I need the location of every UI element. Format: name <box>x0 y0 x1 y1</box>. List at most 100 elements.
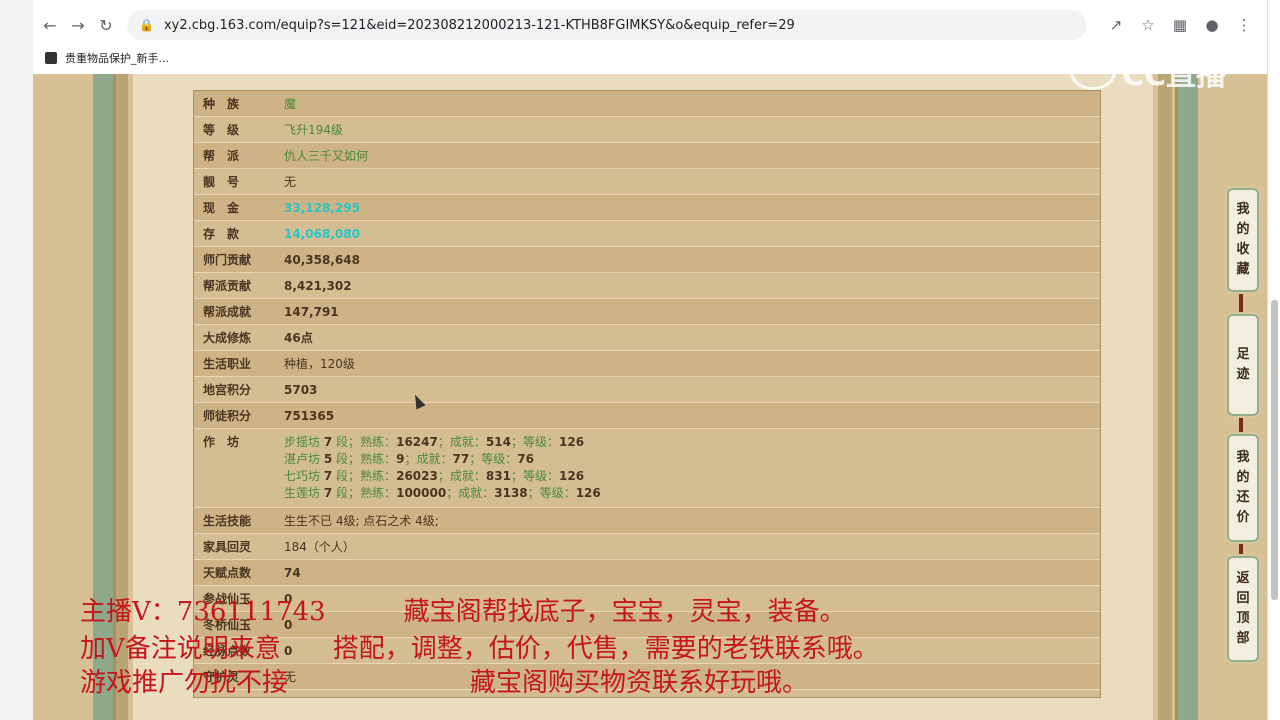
workshop-seg-unit: 段 <box>336 469 349 483</box>
info-row-dungeon-score: 地宫积分 5703 <box>194 377 1100 403</box>
row-label: 种 族 <box>203 97 240 111</box>
workshop-proficiency: 26023 <box>396 469 438 483</box>
reload-icon[interactable]: ↻ <box>95 14 117 36</box>
info-row-talent-points: 天赋点数 74 <box>194 560 1100 586</box>
row-label: 存 款 <box>203 227 240 241</box>
row-label: 生活技能 <box>203 514 252 528</box>
back-icon[interactable]: ← <box>39 14 61 36</box>
workshop-seg-unit: 段 <box>336 486 349 500</box>
left-screen-strip <box>0 0 33 720</box>
workshop-level: 126 <box>559 469 585 483</box>
workshop-name: 生莲坊 <box>284 486 321 500</box>
workshop-proficiency-label: 熟练 <box>360 435 385 449</box>
info-row-life-career: 生活职业 种植，120级 <box>194 351 1100 377</box>
back-to-top-button[interactable]: 返 回 顶 部 <box>1227 556 1259 662</box>
workshop-line: 七巧坊 7 段；熟练：26023；成就：831；等级：126 <box>284 469 585 483</box>
workshop-seg-unit: 段 <box>336 452 349 466</box>
info-row-school-contribution: 师门贡献 40,358,648 <box>194 247 1100 273</box>
workshop-achievement: 3138 <box>494 486 528 500</box>
info-row-race: 种 族 魔 <box>194 91 1100 117</box>
row-value: 魔 <box>284 97 297 111</box>
row-value: 8,421,302 <box>284 278 352 293</box>
btn-char: 迹 <box>1236 367 1250 382</box>
profile-icon[interactable]: ● <box>1201 14 1223 36</box>
scrollbar-thumb[interactable] <box>1271 300 1278 600</box>
info-row-deposit: 存 款 14,068,080 <box>194 221 1100 247</box>
info-row-guild-contribution: 帮派贡献 8,421,302 <box>194 273 1100 299</box>
row-label: 师徒积分 <box>203 409 252 423</box>
btn-char: 我 <box>1236 450 1250 465</box>
btn-char: 足 <box>1236 347 1250 362</box>
bookmark-favicon-icon <box>45 52 57 64</box>
btn-char: 我 <box>1236 202 1250 217</box>
logo-ring-icon <box>1070 54 1116 90</box>
row-value: 147,791 <box>284 304 339 319</box>
workshop-proficiency: 100000 <box>396 486 447 500</box>
row-value: 5703 <box>284 382 318 397</box>
row-label: 等 级 <box>203 123 240 137</box>
info-row-guild: 帮 派 仇人三千又如何 <box>194 143 1100 169</box>
star-icon[interactable]: ☆ <box>1137 14 1159 36</box>
btn-char: 顶 <box>1236 611 1250 626</box>
workshop-achievement: 514 <box>485 435 511 449</box>
row-label: 作 坊 <box>203 435 240 449</box>
row-value: 46点 <box>284 331 313 345</box>
workshop-achievement-label: 成就 <box>458 486 483 500</box>
workshop-name: 步摇坊 <box>284 435 321 449</box>
row-label: 天赋点数 <box>203 566 252 580</box>
btn-char: 的 <box>1236 222 1250 237</box>
info-row-guild-achievement: 帮派成就 147,791 <box>194 299 1100 325</box>
info-row-cultivation: 大成修炼 46点 <box>194 325 1100 351</box>
btn-char: 的 <box>1236 470 1250 485</box>
row-value: 种植，120级 <box>284 357 355 371</box>
bookmark-item[interactable]: 贵重物品保护_新手... <box>45 50 169 66</box>
right-scrollbar[interactable] <box>1267 0 1280 720</box>
workshop-achievement: 831 <box>485 469 511 483</box>
row-value: 40,358,648 <box>284 252 360 267</box>
workshop-level: 76 <box>517 452 534 466</box>
row-value: 生生不已 4级; 点石之术 4级; <box>284 514 439 528</box>
workshop-proficiency-label: 熟练 <box>360 469 385 483</box>
workshop-achievement-label: 成就 <box>449 435 474 449</box>
row-value: 仇人三千又如何 <box>284 149 369 163</box>
workshop-level-label: 等级 <box>539 486 564 500</box>
share-icon[interactable]: ↗ <box>1105 14 1127 36</box>
row-value: 184（个人） <box>284 540 355 554</box>
favorites-button[interactable]: 我 的 收 藏 <box>1227 188 1259 292</box>
workshop-seg: 7 <box>323 435 333 449</box>
menu-icon[interactable]: ⋮ <box>1233 14 1255 36</box>
row-label: 大成修炼 <box>203 331 252 345</box>
workshop-achievement-label: 成就 <box>416 452 441 466</box>
info-row-workshop: 作 坊 步摇坊 7 段；熟练：16247；成就：514；等级：126 湛卢坊 5… <box>194 429 1100 508</box>
address-row: ← → ↻ 🔒 xy2.cbg.163.com/equip?s=121&eid=… <box>33 6 1267 44</box>
footprint-button[interactable]: 足 迹 <box>1227 314 1259 416</box>
row-label: 现 金 <box>203 201 240 215</box>
row-label: 生活职业 <box>203 357 252 371</box>
url-bar[interactable]: 🔒 xy2.cbg.163.com/equip?s=121&eid=202308… <box>127 10 1087 40</box>
btn-char: 藏 <box>1236 262 1250 277</box>
my-bargain-button[interactable]: 我 的 还 价 <box>1227 434 1259 542</box>
btn-char: 回 <box>1236 591 1250 606</box>
row-label: 靓 号 <box>203 175 240 189</box>
right-frame-border <box>1175 74 1198 720</box>
overlay-text-line-1: 主播V：736111743 藏宝阁帮找底子，宝宝，灵宝，装备。 <box>80 597 846 627</box>
row-value: 33,128,295 <box>284 200 360 215</box>
side-connector <box>1239 289 1243 313</box>
info-row-mentor-score: 师徒积分 751365 <box>194 403 1100 429</box>
workshop-line: 生莲坊 7 段；熟练：100000；成就：3138；等级：126 <box>284 486 601 500</box>
side-panel-icon[interactable]: ▦ <box>1169 14 1191 36</box>
right-frame-inner <box>1158 74 1172 720</box>
row-value: 74 <box>284 565 301 580</box>
btn-char: 收 <box>1236 242 1250 257</box>
forward-icon[interactable]: → <box>67 14 89 36</box>
workshop-line: 步摇坊 7 段；熟练：16247；成就：514；等级：126 <box>284 435 585 449</box>
workshop-seg: 5 <box>323 452 333 466</box>
workshop-level-label: 等级 <box>522 469 547 483</box>
logo-text: CC直播 <box>1122 58 1227 93</box>
info-row-life-skills: 生活技能 生生不已 4级; 点石之术 4级; <box>194 508 1100 534</box>
info-row-vip-id: 靓 号 无 <box>194 169 1100 195</box>
workshop-proficiency: 16247 <box>396 435 438 449</box>
btn-char: 部 <box>1236 631 1250 646</box>
stream-logo: CC直播 <box>1070 52 1240 93</box>
workshop-name: 湛卢坊 <box>284 452 321 466</box>
